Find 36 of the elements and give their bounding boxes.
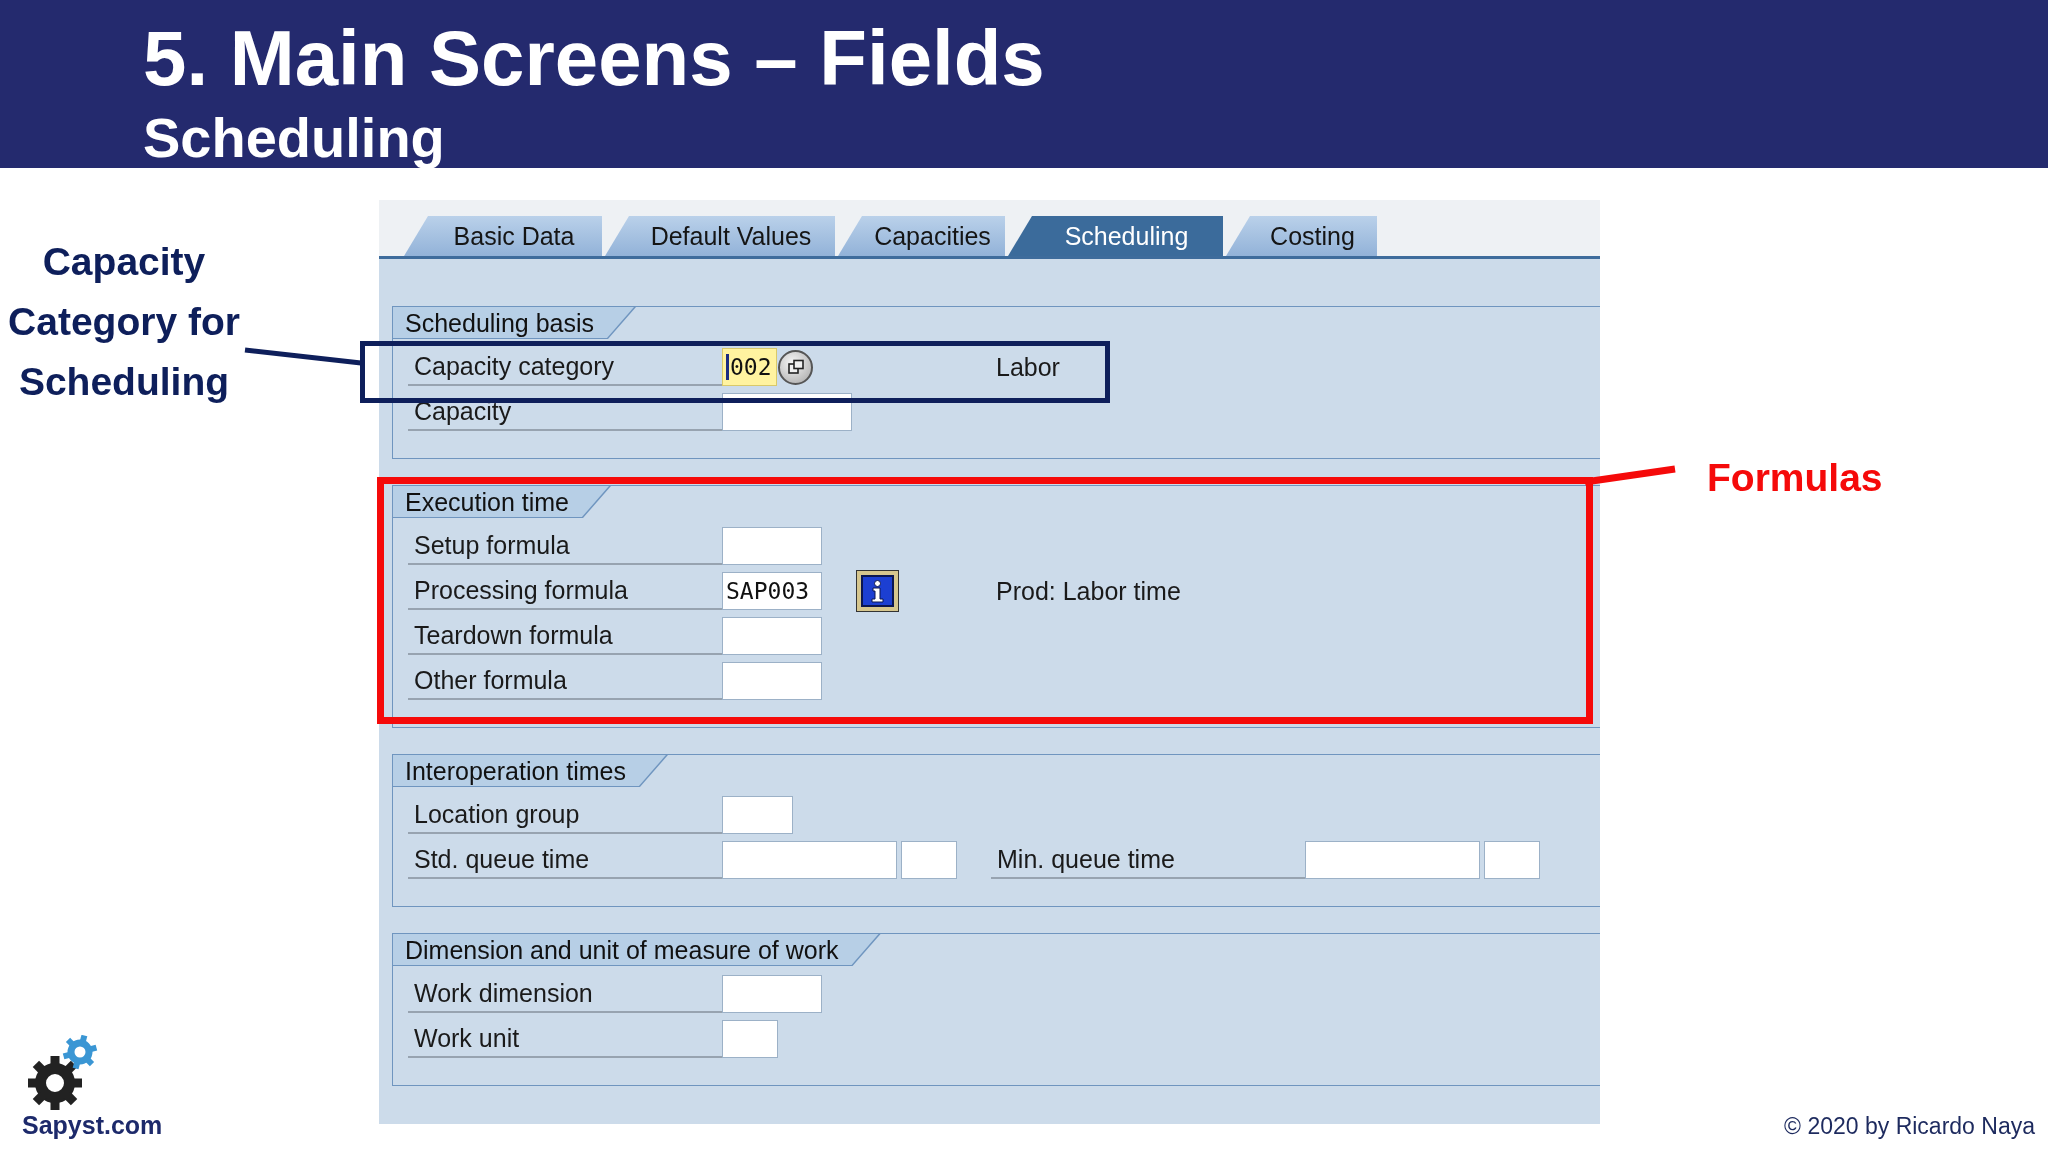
value-help-button[interactable] xyxy=(778,349,813,385)
info-button[interactable] xyxy=(856,570,899,612)
input-field[interactable] xyxy=(1484,841,1540,879)
window-icon xyxy=(787,359,804,375)
input-field[interactable] xyxy=(722,841,897,879)
field-description: Labor xyxy=(995,352,1060,382)
tab[interactable]: Scheduling xyxy=(1008,216,1223,256)
input-field[interactable] xyxy=(722,527,822,565)
slide-subtitle: Scheduling xyxy=(143,110,445,166)
group-title: Dimension and unit of measure of work xyxy=(393,934,881,966)
text-cursor-icon xyxy=(726,354,729,380)
tab[interactable]: Default Values xyxy=(605,216,835,256)
group-title: Interoperation times xyxy=(393,755,668,787)
input-field[interactable] xyxy=(722,1020,778,1058)
info-icon xyxy=(861,575,894,607)
input-field[interactable] xyxy=(722,975,822,1013)
tab[interactable]: Capacities xyxy=(838,216,1005,256)
input-field[interactable] xyxy=(722,796,793,834)
gears-icon xyxy=(28,1035,98,1110)
callout-text: Capacity Category for Scheduling xyxy=(7,239,241,405)
field-label: Capacity xyxy=(408,393,722,431)
input-field[interactable]: SAP003 xyxy=(722,572,822,610)
field-description: Prod: Labor time xyxy=(995,576,1181,606)
input-field[interactable]: 002 xyxy=(722,348,777,386)
input-field[interactable] xyxy=(901,841,957,879)
input-field[interactable] xyxy=(1305,841,1480,879)
input-field[interactable] xyxy=(722,662,822,700)
slide-title: 5. Main Screens – Fields xyxy=(143,19,1045,97)
group-title: Scheduling basis xyxy=(393,307,636,339)
input-field[interactable] xyxy=(722,617,822,655)
logo-text: Sapyst.com xyxy=(22,1110,163,1140)
group-title: Execution time xyxy=(393,486,611,518)
copyright-text: © 2020 by Ricardo Naya xyxy=(1784,1112,2035,1140)
tab[interactable]: Basic Data xyxy=(404,216,602,256)
callout-text: Formulas xyxy=(1707,455,1883,501)
tab[interactable]: Costing xyxy=(1226,216,1377,256)
